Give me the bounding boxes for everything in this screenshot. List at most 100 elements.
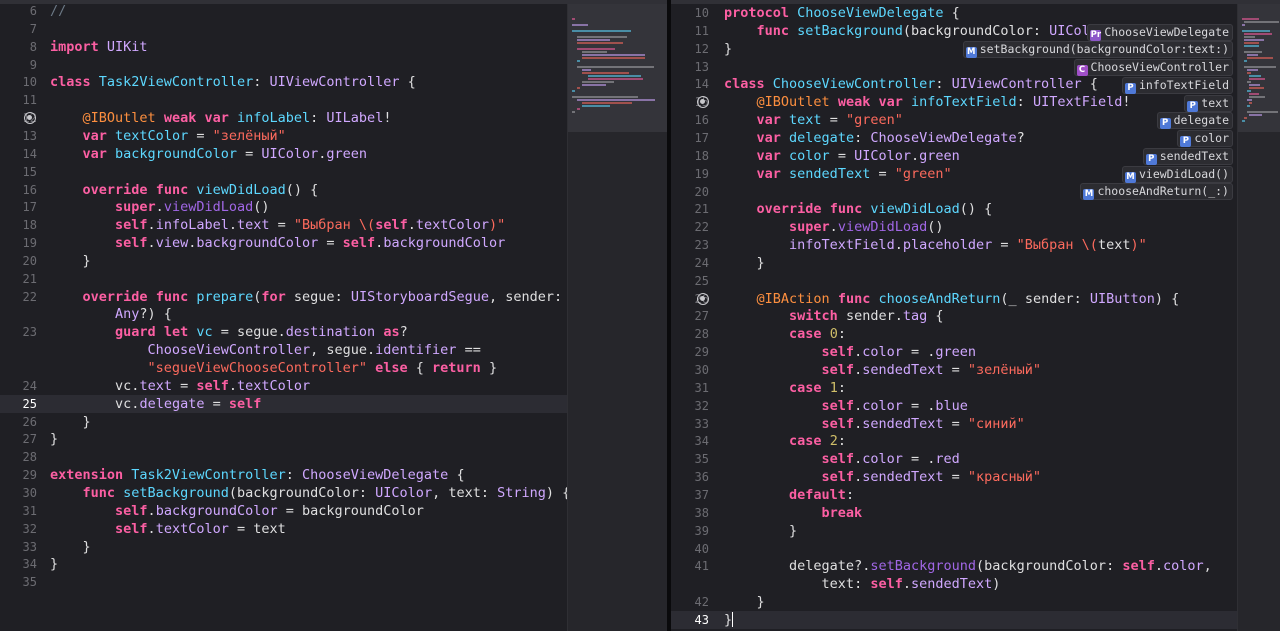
line-number[interactable]: 19 <box>0 234 37 252</box>
code-line[interactable]: 27 switch sender.tag { <box>671 307 1237 325</box>
line-number[interactable]: 36 <box>671 468 709 486</box>
line-number[interactable]: 39 <box>671 522 709 540</box>
code-line[interactable]: 16 var text = "green" <box>671 111 1237 129</box>
line-number[interactable]: 30 <box>0 484 37 502</box>
code-line[interactable]: 22 super.viewDidLoad() <box>671 218 1237 236</box>
line-number[interactable]: 23 <box>671 236 709 254</box>
code-line[interactable]: 37 default: <box>671 486 1237 504</box>
line-number[interactable]: 35 <box>671 450 709 468</box>
current-line[interactable]: 25 vc.delegate = self <box>0 394 567 413</box>
code-line[interactable]: 26 @IBAction func chooseAndReturn(_ send… <box>671 290 1237 308</box>
line-number[interactable]: 8 <box>0 38 37 56</box>
code-line[interactable]: 24 vc.text = self.textColor <box>0 377 567 395</box>
code-line[interactable]: 13 var textColor = "зелёный" <box>0 127 567 145</box>
line-number[interactable]: 22 <box>671 218 709 236</box>
line-number[interactable]: 16 <box>671 111 709 129</box>
code-line[interactable]: 17 var delegate: ChooseViewDelegate? <box>671 129 1237 147</box>
line-number[interactable]: 37 <box>671 486 709 504</box>
code-line[interactable]: 10 protocol ChooseViewDelegate { <box>671 4 1237 22</box>
symbol-badge-property[interactable]: PsendedText <box>1142 148 1233 165</box>
code-line[interactable]: 28 <box>0 448 567 466</box>
outlet-connection-icon[interactable] <box>24 112 36 125</box>
symbol-badge-method[interactable]: MchooseAndReturn(_:) <box>1080 183 1233 200</box>
line-number[interactable]: 6 <box>0 4 37 20</box>
line-number[interactable]: 31 <box>671 379 709 397</box>
code-line[interactable]: 34 case 2: <box>671 432 1237 450</box>
line-number[interactable]: 19 <box>671 165 709 183</box>
line-number[interactable]: 34 <box>671 432 709 450</box>
line-number[interactable]: 13 <box>671 58 709 76</box>
current-line[interactable]: 43} <box>671 610 1237 629</box>
code-line[interactable]: 29 extension Task2ViewController: ChooseV… <box>0 466 567 484</box>
code-line[interactable]: 39 } <box>671 522 1237 540</box>
line-number[interactable]: 28 <box>671 325 709 343</box>
outlet-connection-icon[interactable] <box>697 292 709 305</box>
code-line[interactable]: 31 case 1: <box>671 379 1237 397</box>
line-number[interactable]: 13 <box>0 127 37 145</box>
line-number[interactable]: 18 <box>671 147 709 165</box>
code-line[interactable]: 18 self.infoLabel.text = "Выбран \(self.… <box>0 216 567 234</box>
symbol-badge-method[interactable]: MsetBackground(backgroundColor:text:) <box>962 41 1233 58</box>
line-number[interactable]: 32 <box>671 397 709 415</box>
code-line[interactable]: 40 <box>671 540 1237 558</box>
line-number[interactable]: 14 <box>0 145 37 163</box>
line-number[interactable]: 20 <box>0 252 37 270</box>
line-number[interactable]: 28 <box>0 448 37 466</box>
code-line[interactable]: 16 override func viewDidLoad() { <box>0 181 567 199</box>
code-line[interactable]: 32 self.textColor = text <box>0 520 567 538</box>
code-line[interactable]: 42 } <box>671 593 1237 611</box>
code-line[interactable]: 28 case 0: <box>671 325 1237 343</box>
line-number[interactable]: 11 <box>0 91 37 109</box>
line-number[interactable]: 15 <box>0 163 37 181</box>
line-number[interactable]: 31 <box>0 502 37 520</box>
line-number[interactable]: 25 <box>0 395 37 413</box>
code-line[interactable]: 10 class Task2ViewController: UIViewContr… <box>0 73 567 91</box>
code-line[interactable]: 35 self.color = .red <box>671 450 1237 468</box>
code-line[interactable]: 20 } <box>0 252 567 270</box>
code-line[interactable]: 27} <box>0 430 567 448</box>
symbol-badge-property[interactable]: Pcolor <box>1177 130 1233 147</box>
line-number[interactable]: 10 <box>671 4 709 22</box>
line-number[interactable]: 21 <box>671 200 709 218</box>
line-number[interactable]: 33 <box>671 415 709 433</box>
line-number[interactable]: 17 <box>0 198 37 216</box>
code-line[interactable]: 31 self.backgroundColor = backgroundColo… <box>0 502 567 520</box>
symbol-badge-class[interactable]: C ChooseViewController <box>1073 59 1233 76</box>
symbol-badge-protocol[interactable]: Pr ChooseViewDelegate <box>1087 24 1233 41</box>
code-line[interactable]: 38 break <box>671 504 1237 522</box>
line-number[interactable]: 27 <box>0 430 37 448</box>
line-number[interactable]: 9 <box>0 56 37 74</box>
left-code-editor[interactable]: 6 // 7 8 import UIKit 9 10 class Task2ViewContr… <box>0 4 567 631</box>
code-line[interactable]: 21 <box>0 270 567 288</box>
code-line[interactable]: 9 <box>0 56 567 74</box>
code-line[interactable]: 33 self.sendedText = "синий" <box>671 415 1237 433</box>
line-number[interactable]: 11 <box>671 22 709 40</box>
line-number[interactable]: 33 <box>0 538 37 556</box>
code-line[interactable]: 30 self.sendedText = "зелёный" <box>671 361 1237 379</box>
right-code-editor[interactable]: 10 protocol ChooseViewDelegate {11 func s… <box>671 4 1237 631</box>
line-number[interactable]: 43 <box>671 611 709 629</box>
line-number[interactable]: 29 <box>0 466 37 484</box>
line-number[interactable]: 20 <box>671 183 709 201</box>
line-number[interactable]: 42 <box>671 593 709 611</box>
code-line[interactable]: 35 <box>0 573 567 591</box>
line-number[interactable]: 27 <box>671 307 709 325</box>
code-line[interactable]: 25 <box>671 272 1237 290</box>
line-number[interactable]: 12 <box>671 40 709 58</box>
code-line[interactable]: text: self.sendedText) <box>671 575 1237 593</box>
code-line[interactable]: 33 } <box>0 538 567 556</box>
code-line[interactable]: 23 infoTextField.placeholder = "Выбран \… <box>671 236 1237 254</box>
line-number[interactable]: 34 <box>0 555 37 573</box>
code-line[interactable]: 30 func setBackground(backgroundColor: U… <box>0 484 567 502</box>
code-line[interactable]: 23 guard let vc = segue.destination as? <box>0 323 567 341</box>
line-number[interactable]: 10 <box>0 73 37 91</box>
code-line[interactable]: 17 super.viewDidLoad() <box>0 198 567 216</box>
line-number[interactable]: 23 <box>0 323 37 341</box>
symbol-badge-method[interactable]: MviewDidLoad() <box>1121 166 1233 183</box>
code-line[interactable]: 19 self.view.backgroundColor = self.back… <box>0 234 567 252</box>
code-line[interactable]: 32 self.color = .blue <box>671 397 1237 415</box>
line-number[interactable]: 40 <box>671 540 709 558</box>
code-line[interactable]: 15 <box>0 163 567 181</box>
line-number[interactable]: 35 <box>0 573 37 591</box>
code-line[interactable]: Any?) { <box>0 305 567 323</box>
